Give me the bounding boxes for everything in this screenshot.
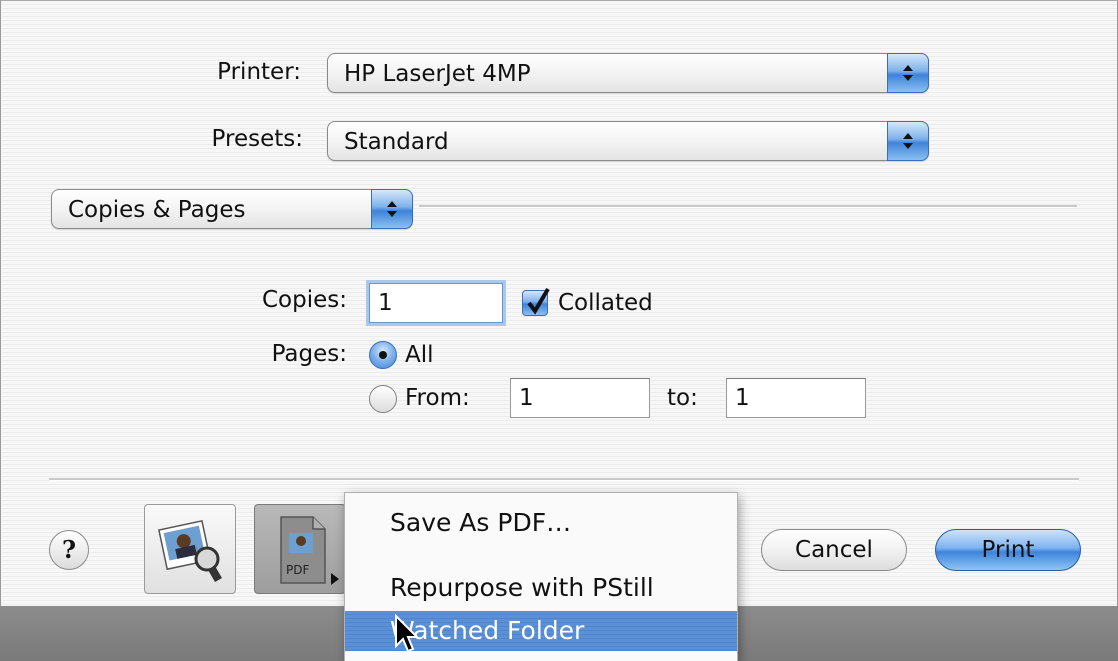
help-button[interactable]: ? bbox=[49, 530, 89, 570]
print-button[interactable]: Print bbox=[935, 529, 1081, 571]
presets-value: Standard bbox=[344, 129, 449, 155]
mouse-cursor-icon bbox=[395, 614, 418, 653]
menu-separator bbox=[345, 542, 737, 554]
preview-button[interactable] bbox=[144, 504, 236, 594]
pdf-document-icon bbox=[280, 516, 339, 585]
pdf-button[interactable]: PDF bbox=[254, 504, 346, 594]
pages-to-label: to: bbox=[667, 385, 698, 411]
pages-all-radio[interactable] bbox=[369, 341, 397, 369]
panel-popup[interactable]: Copies & Pages bbox=[51, 189, 413, 229]
popup-arrows-icon bbox=[887, 53, 929, 93]
pages-label: Pages: bbox=[271, 341, 347, 367]
presets-popup[interactable]: Standard bbox=[327, 121, 929, 161]
collated-label: Collated bbox=[558, 290, 653, 316]
printer-label: Printer: bbox=[217, 59, 301, 85]
copies-field[interactable]: 1 bbox=[369, 283, 503, 323]
panel-divider bbox=[419, 205, 1077, 208]
checkmark-icon bbox=[527, 287, 550, 315]
cancel-button[interactable]: Cancel bbox=[761, 529, 907, 571]
pages-to-field[interactable]: 1 bbox=[726, 378, 866, 418]
pages-from-radio[interactable] bbox=[369, 385, 397, 413]
menu-item-save-as-pdf[interactable]: Save As PDF… bbox=[345, 503, 737, 543]
menu-item-repurpose-pstill[interactable]: Repurpose with PStill bbox=[345, 568, 737, 608]
printer-popup[interactable]: HP LaserJet 4MP bbox=[327, 53, 929, 93]
pages-from-field[interactable]: 1 bbox=[510, 378, 650, 418]
popup-arrows-icon bbox=[371, 189, 413, 229]
pages-from-label: From: bbox=[405, 385, 470, 411]
bottom-divider bbox=[49, 478, 1079, 481]
pages-all-label: All bbox=[405, 342, 434, 368]
copies-label: Copies: bbox=[261, 287, 347, 313]
preview-icon bbox=[158, 520, 222, 583]
popup-arrows-icon bbox=[887, 121, 929, 161]
collated-checkbox[interactable] bbox=[522, 287, 550, 316]
pdf-icon-label: PDF bbox=[286, 563, 310, 577]
panel-value: Copies & Pages bbox=[68, 197, 246, 223]
printer-value: HP LaserJet 4MP bbox=[344, 61, 531, 87]
presets-label: Presets: bbox=[211, 126, 303, 152]
disclosure-arrow-icon bbox=[331, 573, 339, 585]
